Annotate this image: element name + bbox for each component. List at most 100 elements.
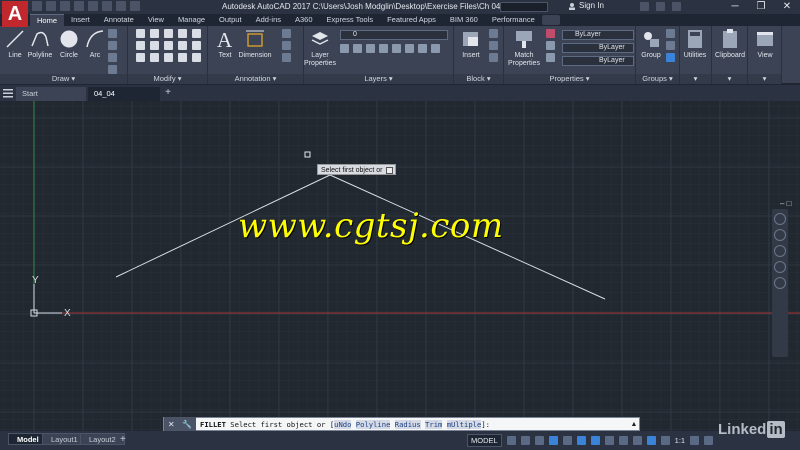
copy-icon[interactable]	[136, 41, 145, 50]
ribbon-minimize-toggle[interactable]	[541, 15, 560, 25]
showmotion-icon[interactable]	[774, 277, 786, 289]
file-tab-start[interactable]: Start	[16, 87, 86, 101]
tab-performance[interactable]: Performance	[485, 14, 542, 26]
layout-tab-layout2[interactable]: Layout2	[80, 433, 125, 445]
erase-icon[interactable]	[178, 29, 187, 38]
save-icon[interactable]	[60, 1, 70, 11]
option-polyline[interactable]: Polyline	[355, 419, 391, 429]
stretch-icon[interactable]	[136, 53, 145, 62]
layer-current-icon[interactable]	[392, 44, 401, 53]
redo-icon[interactable]	[116, 1, 126, 11]
customize-status-icon[interactable]	[704, 436, 714, 445]
hatch-icon[interactable]	[108, 41, 117, 50]
exchange-apps-icon[interactable]	[640, 2, 649, 11]
tab-add-ins[interactable]: Add-ins	[249, 14, 288, 26]
drawing-canvas[interactable]: YX – □ ✕	[0, 101, 800, 431]
tab-bim-360[interactable]: BIM 360	[443, 14, 485, 26]
color-dropdown[interactable]: ByLayer	[562, 30, 634, 40]
layer-off-icon[interactable]	[340, 44, 349, 53]
zoom-extents-icon[interactable]	[774, 245, 786, 257]
color-wheel-icon[interactable]	[546, 29, 555, 38]
group-select-icon[interactable]	[666, 53, 675, 62]
option-radius[interactable]: Radius	[394, 419, 421, 429]
restore-button[interactable]: ❐	[748, 0, 774, 14]
pan-icon[interactable]	[774, 229, 786, 241]
table-icon[interactable]	[282, 41, 291, 50]
tab-insert[interactable]: Insert	[64, 14, 97, 26]
modify-panel-title[interactable]: Modify ▾	[128, 74, 207, 84]
rectangle-icon[interactable]	[108, 29, 117, 38]
linetype-dropdown[interactable]: ByLayer	[562, 43, 634, 53]
new-icon[interactable]	[32, 1, 42, 11]
undo-icon[interactable]	[102, 1, 112, 11]
region-icon[interactable]	[108, 53, 117, 62]
offset-icon[interactable]	[178, 41, 187, 50]
workspace-dropdown-icon[interactable]	[130, 1, 140, 11]
sign-in-button[interactable]: Sign In	[568, 1, 604, 10]
close-button[interactable]: ✕	[774, 0, 800, 14]
option-undo[interactable]: uNdo	[334, 419, 352, 429]
option-trim[interactable]: Trim	[425, 419, 443, 429]
clipboard-tool[interactable]: Clipboard	[715, 28, 745, 60]
save-as-icon[interactable]	[74, 1, 84, 11]
workspace-gear-icon[interactable]	[690, 436, 700, 445]
utilities-panel-title[interactable]: ▾	[680, 74, 711, 84]
command-history-arrow-icon[interactable]: ▲	[629, 421, 639, 428]
arc-tool[interactable]: Arc	[80, 28, 110, 60]
properties-panel-title[interactable]: Properties ▾	[504, 74, 635, 84]
file-tabs-menu-icon[interactable]	[3, 88, 13, 98]
join-icon[interactable]	[192, 53, 201, 62]
ellipse-icon[interactable]	[108, 65, 117, 74]
mirror-icon[interactable]	[150, 41, 159, 50]
layer-properties-tool[interactable]: Layer Properties	[304, 28, 336, 68]
linetype-icon[interactable]	[546, 41, 555, 50]
tab-express-tools[interactable]: Express Tools	[320, 14, 381, 26]
layers-panel-title[interactable]: Layers ▾	[304, 74, 453, 84]
clipboard-panel-title[interactable]: ▾	[712, 74, 747, 84]
tab-featured-apps[interactable]: Featured Apps	[380, 14, 443, 26]
move-icon[interactable]	[136, 29, 145, 38]
help-icon[interactable]	[672, 2, 681, 11]
leader-icon[interactable]	[282, 29, 291, 38]
object-snap-icon[interactable]	[590, 436, 600, 445]
view-tool[interactable]: View	[750, 28, 780, 60]
ungroup-icon[interactable]	[666, 29, 675, 38]
a360-icon[interactable]	[656, 2, 665, 11]
command-line[interactable]: ✕ 🔧 FILLET Select first object or [uNdo …	[163, 417, 640, 431]
option-multiple[interactable]: mUltiple	[446, 419, 482, 429]
edit-attributes-icon[interactable]	[489, 53, 498, 62]
tab-home[interactable]: Home	[30, 14, 65, 26]
application-menu-button[interactable]: A	[2, 1, 28, 27]
model-space-toggle[interactable]: MODEL	[467, 434, 502, 447]
chamfer-icon[interactable]	[178, 53, 187, 62]
match-properties-tool[interactable]: Match Properties	[508, 28, 540, 68]
utilities-tool[interactable]: Utilities	[680, 28, 710, 60]
lineweight-toggle-icon[interactable]	[604, 436, 614, 445]
tab-manage[interactable]: Manage	[171, 14, 212, 26]
file-tab-04-04[interactable]: 04_04	[88, 87, 160, 101]
markup-icon[interactable]	[282, 53, 291, 62]
group-edit-icon[interactable]	[666, 41, 675, 50]
tab-view[interactable]: View	[141, 14, 171, 26]
trim-icon[interactable]	[164, 29, 173, 38]
layer-dropdown[interactable]: 0	[340, 30, 448, 40]
fillet-icon[interactable]	[164, 41, 173, 50]
search-input[interactable]	[500, 2, 548, 12]
explode-icon[interactable]	[192, 29, 201, 38]
group-tool[interactable]: Group	[636, 28, 666, 60]
new-tab-button[interactable]: +	[162, 88, 174, 98]
lineweight-icon[interactable]	[546, 53, 555, 62]
minimize-button[interactable]: ─	[722, 0, 748, 14]
tab-a360[interactable]: A360	[288, 14, 320, 26]
open-icon[interactable]	[46, 1, 56, 11]
block-panel-title[interactable]: Block ▾	[454, 74, 503, 84]
polar-tracking-icon[interactable]	[548, 436, 558, 445]
layer-isolate-icon[interactable]	[353, 44, 362, 53]
edit-block-icon[interactable]	[489, 41, 498, 50]
scale-icon[interactable]	[150, 53, 159, 62]
steering-wheel-icon[interactable]	[774, 213, 786, 225]
lineweight-dropdown[interactable]: ByLayer	[562, 56, 634, 66]
ortho-icon[interactable]	[534, 436, 544, 445]
tab-annotate[interactable]: Annotate	[97, 14, 141, 26]
grid-toggle-icon[interactable]	[506, 436, 516, 445]
